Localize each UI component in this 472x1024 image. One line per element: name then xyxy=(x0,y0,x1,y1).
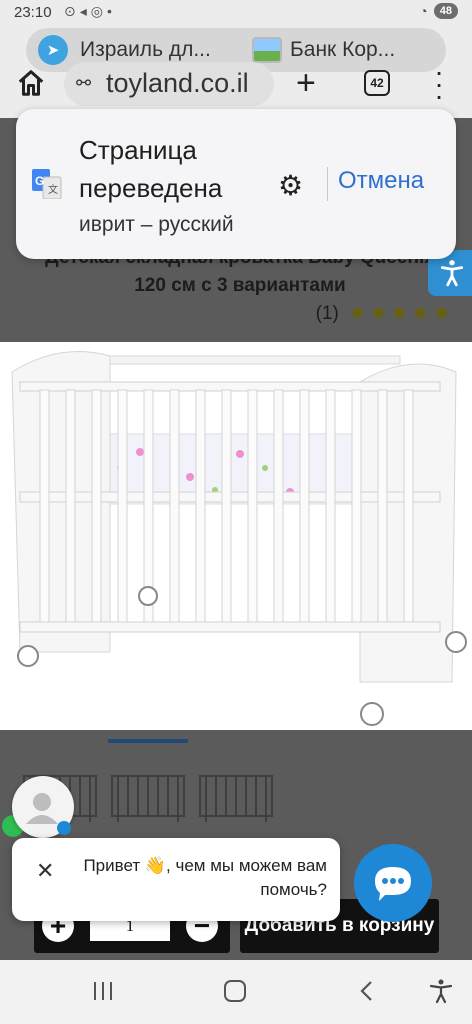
new-tab-icon[interactable]: + xyxy=(296,64,316,103)
rating: (1) ★★★★★ xyxy=(316,302,454,325)
gallery-active-indicator xyxy=(108,739,188,743)
divider xyxy=(327,167,328,201)
notification-icons: ⊙◂◎• xyxy=(64,3,116,19)
wifi-icon: ◔ xyxy=(419,3,428,19)
home-icon[interactable] xyxy=(16,68,46,98)
battery-badge: 48 xyxy=(433,3,458,19)
status-time: 23:10 xyxy=(14,4,52,21)
product-image[interactable] xyxy=(0,342,472,730)
cancel-translation-button[interactable]: Отмена xyxy=(338,167,424,195)
status-right: ◔ 48 xyxy=(419,3,458,19)
close-icon[interactable]: ✕ xyxy=(36,858,54,884)
site-settings-icon[interactable]: ⚯ xyxy=(76,73,91,94)
url-text: toyland.co.il xyxy=(106,68,249,98)
tab-switcher-button[interactable]: 42 xyxy=(364,70,390,96)
back-icon[interactable] xyxy=(354,978,380,1004)
crib-illustration xyxy=(11,351,467,726)
google-translate-icon: G 文 xyxy=(32,169,62,199)
rating-count: (1) xyxy=(315,302,339,324)
image-icon xyxy=(252,37,282,63)
url-field[interactable]: ⚯ toyland.co.il xyxy=(64,62,274,106)
home-nav-icon[interactable] xyxy=(222,978,248,1004)
gallery-thumbnail[interactable] xyxy=(108,766,188,830)
gallery-thumbnail[interactable] xyxy=(196,766,276,830)
avatar-icon xyxy=(26,793,71,835)
chat-icon xyxy=(375,867,411,901)
rating-stars: ★★★★★ xyxy=(348,303,454,324)
system-nav-bar xyxy=(0,960,472,1024)
svg-text:文: 文 xyxy=(48,183,58,196)
gear-icon[interactable]: ⚙ xyxy=(278,169,303,202)
svg-text:G: G xyxy=(35,174,44,188)
chat-greeting-bubble: ✕ Привет 👋, чем мы можем вам помочь? xyxy=(12,838,340,921)
chat-launcher-button[interactable] xyxy=(354,844,432,922)
address-bar-row: ⚯ toyland.co.il + 42 · · · xyxy=(0,58,472,110)
translate-languages: иврит – русский xyxy=(79,213,234,236)
tab-title: Израиль дл... xyxy=(80,38,211,61)
recents-icon[interactable] xyxy=(90,978,116,1004)
accessibility-nav-icon[interactable] xyxy=(428,978,454,1004)
status-bar: 23:10 ⊙◂◎• ◔ 48 xyxy=(0,0,472,26)
translate-popup: G 文 Страница переведена иврит – русский … xyxy=(16,109,456,259)
translate-title: Страница переведена xyxy=(79,135,223,203)
chat-agent-avatar[interactable] xyxy=(12,776,74,838)
chat-message: Привет 👋, чем мы можем вам помочь? xyxy=(83,856,327,899)
menu-dots-icon[interactable]: · · · xyxy=(434,58,444,110)
tab-title: Банк Кор... xyxy=(290,38,396,61)
telegram-icon: ➤ xyxy=(38,35,68,65)
accessibility-icon xyxy=(440,260,464,287)
